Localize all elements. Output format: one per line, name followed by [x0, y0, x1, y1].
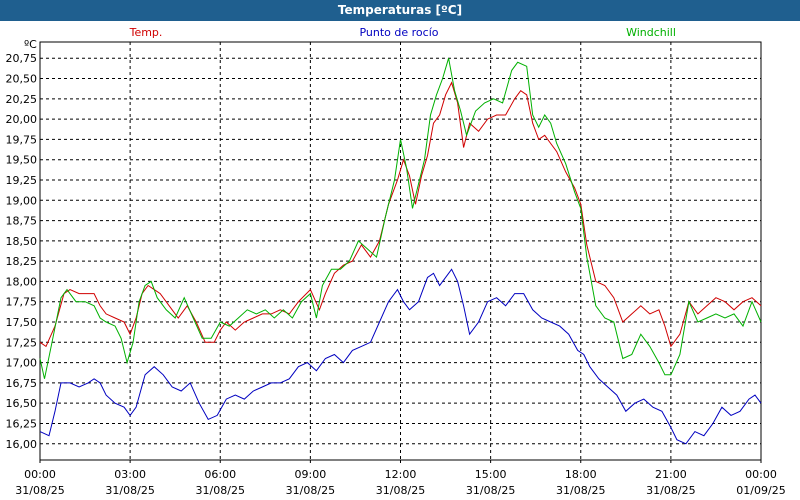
- x-tick-time: 18:00: [565, 468, 597, 481]
- x-tick-date: 31/08/25: [646, 484, 695, 497]
- y-tick-label: 20,50: [6, 73, 38, 86]
- x-tick-time: 09:00: [295, 468, 327, 481]
- x-tick-date: 31/08/25: [556, 484, 605, 497]
- x-tick-time: 00:00: [24, 468, 56, 481]
- y-tick-label: 19,75: [6, 133, 38, 146]
- x-tick-time: 00:00: [745, 468, 777, 481]
- y-tick-label: 17,50: [6, 316, 38, 329]
- y-tick-label: 16,50: [6, 397, 38, 410]
- x-tick-date: 31/08/25: [15, 484, 64, 497]
- y-tick-label: 16,25: [6, 417, 38, 430]
- x-tick-time: 15:00: [475, 468, 507, 481]
- chart-plot: 20,75 20,50 20,25 20,00 19,75 19,50 19,25 19,00…: [6, 26, 786, 497]
- x-tick-date: 31/08/25: [286, 484, 335, 497]
- y-tick-label: 18,25: [6, 255, 38, 268]
- legend-dew-point: Punto de rocío: [359, 26, 438, 39]
- y-tick-label: 18,00: [6, 275, 38, 288]
- y-tick-label: 16,00: [6, 438, 38, 451]
- x-tick-date: 31/08/25: [105, 484, 154, 497]
- x-tick-date: 01/09/25: [736, 484, 785, 497]
- y-tick-label: 17,25: [6, 336, 38, 349]
- y-tick-label: 16,75: [6, 377, 38, 390]
- legend-windchill: Windchill: [626, 26, 676, 39]
- y-tick-label: 20,25: [6, 93, 38, 106]
- y-axis-unit: ºC: [24, 38, 37, 51]
- y-tick-label: 17,75: [6, 296, 38, 309]
- y-tick-label: 20,00: [6, 113, 38, 126]
- x-tick-date: 31/08/25: [376, 484, 425, 497]
- y-tick-label: 17,00: [6, 357, 38, 370]
- x-tick-date: 31/08/25: [196, 484, 245, 497]
- chart-window: Temperaturas [ºC] 20,75 20,50 20,25 20,00 19…: [0, 0, 800, 500]
- y-tick-label: 20,75: [6, 52, 38, 65]
- x-tick-time: 06:00: [204, 468, 236, 481]
- y-tick-label: 18,75: [6, 215, 38, 228]
- x-tick-time: 12:00: [385, 468, 417, 481]
- x-tick-time: 21:00: [655, 468, 687, 481]
- y-tick-label: 19,50: [6, 154, 38, 167]
- x-tick-date: 31/08/25: [466, 484, 515, 497]
- y-tick-label: 19,00: [6, 194, 38, 207]
- y-tick-label: 18,50: [6, 235, 38, 248]
- y-tick-label: 19,25: [6, 174, 38, 187]
- legend-temp: Temp.: [129, 26, 163, 39]
- x-tick-time: 03:00: [114, 468, 146, 481]
